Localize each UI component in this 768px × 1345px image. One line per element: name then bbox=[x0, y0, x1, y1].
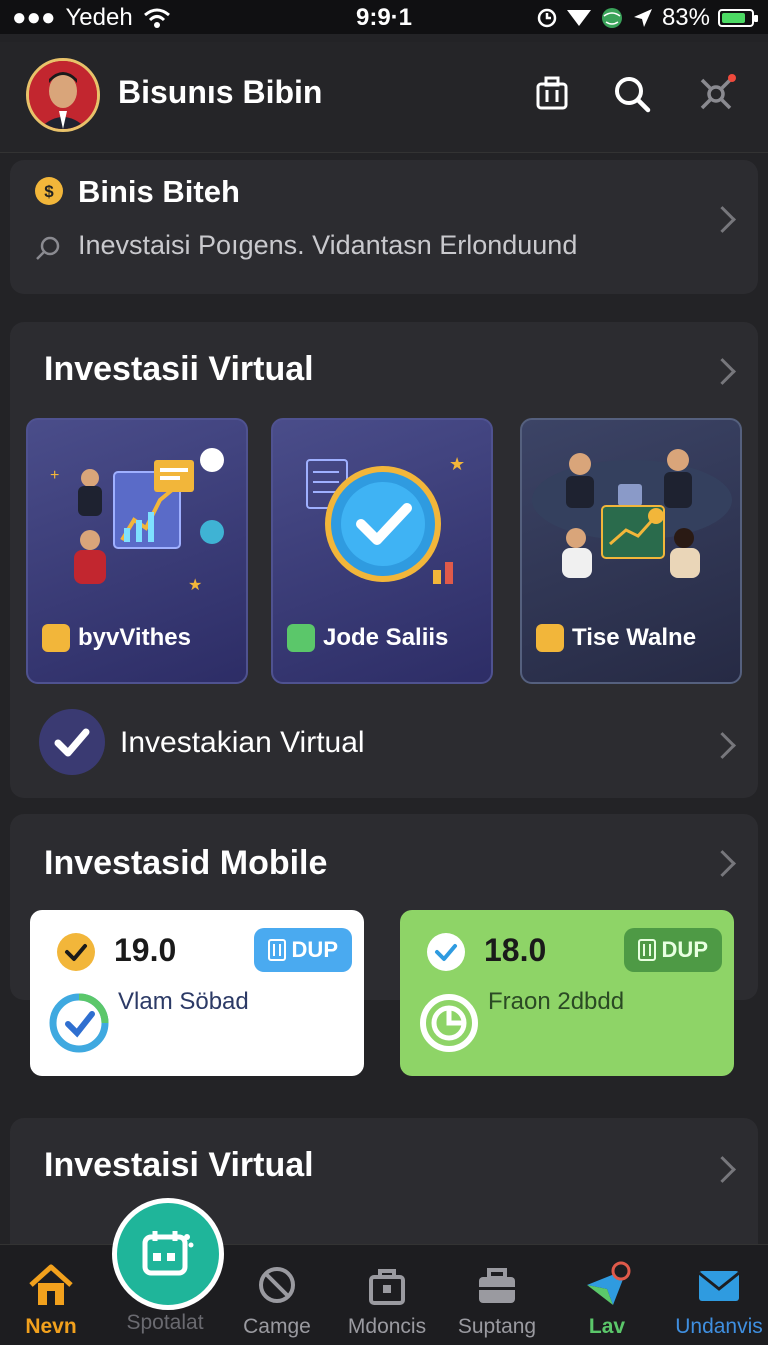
nav-label: Mdoncis bbox=[347, 1315, 427, 1338]
status-bar: ●●● Yedeh 9:9·1 83% bbox=[0, 0, 768, 34]
tile-card[interactable]: Tise Walne bbox=[520, 418, 742, 684]
section-title: Investasii Virtual bbox=[44, 350, 314, 388]
nav-item-mdoncis[interactable]: Mdoncis bbox=[332, 1261, 442, 1339]
search-small-icon bbox=[36, 236, 60, 260]
check-badge-icon bbox=[57, 933, 95, 971]
tag-label: DUP bbox=[291, 937, 338, 962]
app-header: Bisunıs Bibin bbox=[0, 42, 768, 153]
chevron-right-icon[interactable] bbox=[709, 850, 736, 877]
alarm-icon bbox=[537, 8, 557, 28]
business-growth-illustration-icon: + ★ bbox=[50, 448, 224, 594]
investment-value: 19.0 bbox=[114, 932, 177, 968]
team-presentation-illustration-icon bbox=[532, 449, 732, 578]
tile-label-text: Tise Walne bbox=[572, 624, 697, 651]
avatar[interactable] bbox=[26, 58, 100, 132]
nav-item-suptang[interactable]: Suptang bbox=[442, 1261, 552, 1339]
nav-item-camge[interactable]: Camge bbox=[222, 1261, 332, 1339]
nav-item-lav[interactable]: Lav bbox=[552, 1261, 662, 1339]
pie-shield-icon bbox=[420, 994, 478, 1052]
nav-item-spotalat[interactable]: Spotalat bbox=[110, 1311, 220, 1335]
tile-label: Jode Saliis bbox=[287, 624, 448, 652]
svg-text:★: ★ bbox=[188, 577, 202, 594]
svg-text:★: ★ bbox=[449, 454, 465, 474]
avatar-portrait-icon bbox=[29, 61, 97, 129]
chevron-right-icon[interactable] bbox=[709, 1156, 736, 1183]
svg-text:$: $ bbox=[44, 182, 54, 201]
signal-icon bbox=[566, 10, 591, 26]
status-right: 83% bbox=[536, 4, 758, 32]
tile-label-text: Jode Saliis bbox=[323, 624, 449, 651]
chevron-right-icon bbox=[709, 206, 736, 233]
nav-label: Nevn bbox=[25, 1315, 77, 1338]
calendar-add-icon bbox=[142, 1231, 194, 1276]
add-action-button[interactable] bbox=[112, 1198, 224, 1310]
nav-item-undanvis[interactable]: Undanvis bbox=[664, 1261, 768, 1339]
check-circle-icon bbox=[39, 709, 105, 775]
globe-icon bbox=[601, 8, 622, 28]
chevron-right-icon[interactable] bbox=[709, 358, 736, 385]
section-title: Investasid Mobile bbox=[44, 844, 328, 882]
section-title: Investaisi Virtual bbox=[44, 1146, 314, 1184]
mail-icon bbox=[698, 1271, 740, 1301]
banner-subtitle: Inevstaisi Poıgens. Vidantasn Erlonduund bbox=[78, 230, 578, 260]
investment-value: 18.0 bbox=[484, 932, 547, 968]
bars-tag-icon bbox=[637, 939, 656, 961]
investment-card[interactable]: 19.0 DUP Vlam Söbad bbox=[30, 910, 364, 1076]
banner-card[interactable]: $ Binis Biteh Inevstaisi Poıgens. Vidant… bbox=[10, 160, 758, 294]
nav-item-home[interactable]: Nevn bbox=[0, 1261, 106, 1339]
chevron-right-icon[interactable] bbox=[709, 732, 736, 759]
investment-subtitle: Fraon 2dbdd bbox=[488, 988, 625, 1015]
heart-badge-icon bbox=[287, 624, 315, 652]
virtual-row-label[interactable]: Investakian Virtual bbox=[120, 726, 365, 760]
nav-label: Suptang bbox=[457, 1315, 537, 1338]
send-location-icon bbox=[587, 1261, 631, 1305]
bars-tag-icon bbox=[267, 939, 286, 961]
tag-label: DUP bbox=[661, 937, 708, 962]
network-settings-icon[interactable] bbox=[698, 74, 738, 114]
battery-fill bbox=[722, 13, 746, 23]
nav-label: Spotalat bbox=[126, 1311, 204, 1334]
battery-percent: 83% bbox=[661, 4, 710, 31]
investment-tag: DUP bbox=[623, 928, 722, 972]
tile-card[interactable]: + ★ byvVithes bbox=[26, 418, 248, 684]
investment-card[interactable]: 18.0 DUP Fraon 2dbdd bbox=[400, 910, 734, 1076]
heart-badge-icon bbox=[42, 624, 70, 652]
battery-icon bbox=[718, 9, 758, 27]
briefcase-icon[interactable] bbox=[532, 74, 572, 114]
location-arrow-icon bbox=[633, 9, 652, 27]
investment-tag: DUP bbox=[253, 928, 352, 972]
banner-title: Binis Biteh bbox=[78, 174, 240, 209]
checkmark-illustration-icon: ★ bbox=[306, 454, 465, 584]
home-icon bbox=[29, 1264, 73, 1305]
virtual-investment-section: Investasii Virtual + ★ byvVithes ★ Jode … bbox=[10, 322, 758, 798]
heart-badge-icon bbox=[536, 624, 564, 652]
nav-label: Camge bbox=[243, 1315, 311, 1338]
tile-card[interactable]: ★ Jode Saliis bbox=[271, 418, 493, 684]
investment-subtitle: Vlam Söbad bbox=[118, 988, 249, 1015]
check-badge-icon bbox=[427, 933, 465, 971]
search-icon[interactable] bbox=[612, 74, 652, 114]
tile-label-text: byvVithes bbox=[78, 624, 191, 651]
tag-slash-icon bbox=[259, 1267, 295, 1303]
shopping-bag-icon bbox=[369, 1269, 405, 1305]
tile-label: byvVithes bbox=[42, 624, 191, 652]
tile-label: Tise Walne bbox=[536, 624, 696, 652]
nav-label: Lav bbox=[588, 1315, 626, 1338]
progress-check-icon bbox=[49, 993, 109, 1053]
coin-icon: $ bbox=[35, 177, 63, 205]
nav-label: Undanvis bbox=[675, 1315, 763, 1338]
svg-text:+: + bbox=[50, 467, 59, 484]
briefcase-icon bbox=[479, 1268, 515, 1303]
page-title: Bisunıs Bibin bbox=[118, 74, 323, 110]
